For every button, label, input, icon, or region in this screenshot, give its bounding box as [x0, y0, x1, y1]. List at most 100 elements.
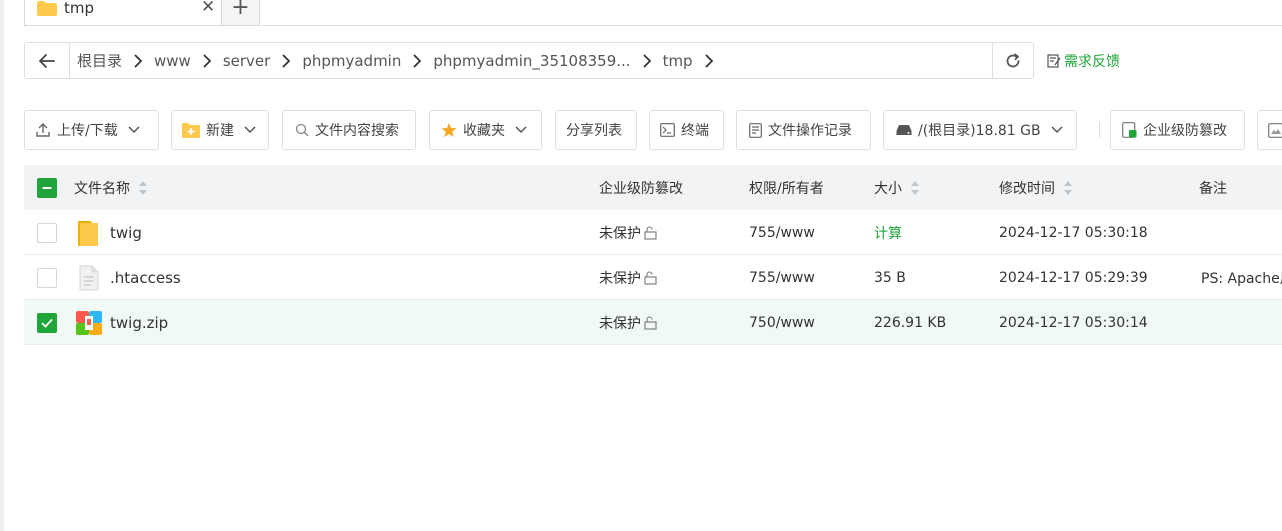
header-tamper: 企业级防篡改	[599, 165, 683, 210]
toolbar: 上传/下载 新建 文件内容搜索 收藏夹 分享列表 终端 文件操作记录 /(根目录…	[24, 110, 1282, 150]
share-list-label: 分享列表	[566, 123, 622, 139]
upload-download-label: 上传/下载	[57, 123, 118, 139]
search-icon	[295, 123, 309, 137]
chevron-right-icon[interactable]	[271, 53, 301, 68]
file-name[interactable]: twig	[110, 224, 142, 242]
terminal-icon	[660, 123, 675, 137]
path-bar: 根目录 www server phpmyadmin phpmyadmin_351…	[24, 42, 1034, 79]
arrow-left-icon	[39, 53, 55, 68]
tamper-status[interactable]: 未保护	[599, 210, 657, 255]
tamper-status[interactable]: 未保护	[599, 300, 657, 345]
select-all-checkbox[interactable]	[37, 178, 57, 198]
breadcrumb-item-www[interactable]: www	[153, 52, 192, 70]
tab-bar: tmp ✕ +	[24, 0, 260, 26]
table-row[interactable]: .htaccess 未保护 755/www 35 B 2024-12-17 05…	[24, 255, 1282, 300]
content-search-label: 文件内容搜索	[315, 123, 399, 139]
tamper-protection-label: 企业级防篡改	[1143, 123, 1227, 139]
breadcrumb-item-server[interactable]: server	[222, 52, 271, 70]
header-permission-label: 权限/所有者	[749, 180, 824, 197]
terminal-label: 终端	[681, 123, 709, 139]
disk-selector[interactable]: /(根目录)18.81 GB	[883, 110, 1077, 150]
refresh-icon	[1006, 53, 1020, 67]
star-icon	[441, 122, 457, 138]
table-header: 文件名称 企业级防篡改 权限/所有者 大小 修改时间 备注	[24, 165, 1282, 210]
add-tab-button[interactable]: +	[222, 0, 260, 26]
close-icon[interactable]: ✕	[201, 0, 215, 17]
row-checkbox[interactable]	[37, 268, 57, 288]
divider	[262, 25, 1282, 26]
sort-icon[interactable]	[910, 180, 920, 196]
modified-time: 2024-12-17 05:30:14	[999, 314, 1148, 331]
breadcrumb-item-tmp[interactable]: tmp	[662, 52, 694, 70]
chevron-right-icon[interactable]	[402, 53, 432, 68]
left-strip	[0, 0, 4, 531]
log-icon	[749, 122, 762, 138]
table-row[interactable]: twig 未保护 755/www 计算 2024-12-17 05:30:18	[24, 210, 1282, 255]
calculate-size-link[interactable]: 计算	[874, 223, 902, 243]
content-search-button[interactable]: 文件内容搜索	[282, 110, 416, 150]
refresh-button[interactable]	[992, 43, 1033, 78]
chevron-down-icon	[1051, 126, 1063, 134]
header-tamper-label: 企业级防篡改	[599, 180, 683, 197]
tamper-protection-button[interactable]: 企业级防篡改	[1110, 110, 1245, 150]
breadcrumb-item-root[interactable]: 根目录	[76, 50, 123, 71]
operation-log-button[interactable]: 文件操作记录	[736, 110, 871, 150]
upload-icon	[35, 122, 51, 138]
new-label: 新建	[206, 123, 234, 139]
file-icon	[79, 255, 99, 300]
chevron-right-icon[interactable]	[123, 53, 153, 68]
check-icon	[41, 318, 53, 328]
sort-icon[interactable]	[1063, 180, 1073, 196]
more-button[interactable]	[1257, 110, 1282, 150]
unlock-icon	[643, 225, 657, 240]
operation-log-label: 文件操作记录	[768, 123, 852, 139]
file-size: 35 B	[874, 269, 906, 286]
breadcrumb-item-phpmyadmin-dir[interactable]: phpmyadmin_35108359...	[432, 52, 631, 70]
header-size-label: 大小	[874, 180, 902, 197]
header-note: 备注	[1199, 165, 1227, 210]
permission-owner[interactable]: 755/www	[749, 225, 815, 241]
row-checkbox[interactable]	[37, 313, 57, 333]
feedback-link[interactable]: 需求反馈	[1047, 51, 1120, 71]
header-size[interactable]: 大小	[874, 165, 920, 210]
tab-tmp[interactable]: tmp ✕	[24, 0, 222, 26]
file-name[interactable]: twig.zip	[110, 314, 168, 332]
permission-owner[interactable]: 750/www	[749, 315, 815, 331]
breadcrumb: 根目录 www server phpmyadmin phpmyadmin_351…	[70, 43, 992, 78]
document-shield-icon	[1122, 122, 1137, 138]
permission-owner[interactable]: 755/www	[749, 270, 815, 286]
note[interactable]: PS: Apache用户	[1201, 268, 1282, 288]
tamper-status-label: 未保护	[599, 315, 641, 332]
favorites-button[interactable]: 收藏夹	[429, 110, 542, 150]
sort-icon[interactable]	[138, 180, 148, 196]
tamper-status-label: 未保护	[599, 225, 641, 242]
file-size: 226.91 KB	[874, 314, 947, 331]
unlock-icon	[643, 315, 657, 330]
chevron-right-icon[interactable]	[632, 53, 662, 68]
header-modified[interactable]: 修改时间	[999, 165, 1073, 210]
header-permission: 权限/所有者	[749, 165, 824, 210]
chevron-right-icon[interactable]	[694, 53, 724, 68]
edit-icon	[1047, 54, 1061, 68]
back-button[interactable]	[25, 43, 70, 78]
upload-download-button[interactable]: 上传/下载	[24, 110, 159, 150]
image-file-icon	[1268, 122, 1282, 138]
folder-icon	[76, 210, 100, 255]
file-name[interactable]: .htaccess	[110, 269, 181, 287]
share-list-button[interactable]: 分享列表	[555, 110, 637, 150]
terminal-button[interactable]: 终端	[649, 110, 724, 150]
tab-label: tmp	[64, 0, 95, 17]
zip-icon	[76, 300, 102, 345]
file-table: 文件名称 企业级防篡改 权限/所有者 大小 修改时间 备注 twig 未保护 7…	[24, 165, 1282, 345]
header-name[interactable]: 文件名称	[74, 165, 148, 210]
breadcrumb-item-phpmyadmin[interactable]: phpmyadmin	[301, 52, 402, 70]
plus-icon: +	[231, 0, 250, 20]
new-button[interactable]: 新建	[171, 110, 269, 150]
row-checkbox[interactable]	[37, 223, 57, 243]
tamper-status[interactable]: 未保护	[599, 255, 657, 300]
table-row[interactable]: twig.zip 未保护 750/www 226.91 KB 2024-12-1…	[24, 300, 1282, 345]
chevron-right-icon[interactable]	[192, 53, 222, 68]
chevron-down-icon	[128, 126, 140, 134]
modified-time: 2024-12-17 05:29:39	[999, 269, 1148, 286]
divider	[1099, 122, 1100, 138]
